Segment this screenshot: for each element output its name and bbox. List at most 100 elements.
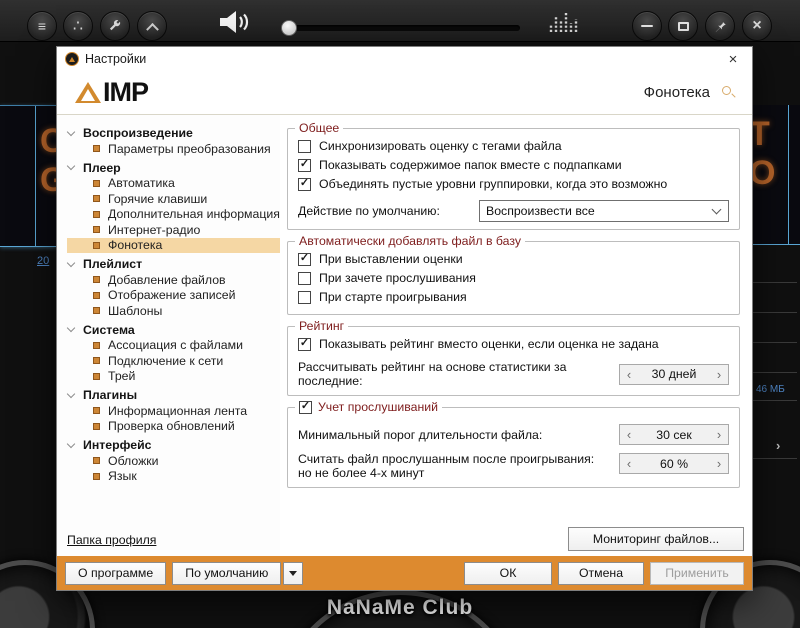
checkbox-merge-empty-groups[interactable]: ✓ Объединять пустые уровни группировки, … [298, 175, 729, 193]
checkbox-sync-rating-tags[interactable]: Синхронизировать оценку с тегами файла [298, 137, 729, 155]
checkbox-box [298, 271, 311, 285]
group-auto-add-title: Автоматически добавлять файл в базу [295, 234, 526, 248]
sidebar-group-system[interactable]: Система [66, 322, 280, 338]
sidebar-item-file-associations[interactable]: Ассоциация с файлами [67, 338, 280, 354]
sidebar-item-network[interactable]: Подключение к сети [67, 353, 280, 369]
sidebar-item-info-feed[interactable]: Информационная лента [67, 403, 280, 419]
sidebar-group-interface[interactable]: Интерфейс [66, 437, 280, 453]
sidebar-item-language[interactable]: Язык [67, 469, 280, 485]
min-duration-spinner[interactable]: ‹ 30 сек › [619, 424, 729, 445]
sidebar-item-update-check[interactable]: Проверка обновлений [67, 419, 280, 435]
close-button[interactable]: × [742, 11, 772, 41]
cancel-button[interactable]: Отмена [558, 561, 644, 585]
sidebar-group-plugins[interactable]: Плагины [66, 387, 280, 403]
playlist-link-left[interactable]: 20 [37, 255, 49, 267]
sidebar-item-skins[interactable]: Обложки [67, 453, 280, 469]
defaults-dropdown-button[interactable] [283, 561, 304, 585]
group-listening: ✓ Учет прослушиваний Минимальный порог д… [287, 400, 740, 488]
sidebar-group-playback[interactable]: Воспроизведение [66, 125, 280, 141]
pin-icon [715, 20, 726, 33]
ok-button[interactable]: ОК [464, 561, 552, 585]
bullet-icon [93, 457, 100, 465]
file-monitoring-button[interactable]: Мониторинг файлов... [568, 527, 744, 551]
album-art-right-fragment: T O [753, 105, 800, 245]
dialog-header: IMP Фонотека [57, 71, 752, 115]
aimp-app-icon [65, 52, 79, 66]
default-action-label: Действие по умолчанию: [298, 204, 440, 218]
chevron-down-icon [66, 389, 76, 398]
default-action-dropdown[interactable]: Воспроизвести все [479, 200, 729, 222]
bullet-icon [93, 195, 100, 203]
bullet-icon [93, 145, 100, 153]
sidebar-item-internet-radio[interactable]: Интернет-радио [67, 222, 280, 238]
sidebar-item-automation[interactable]: Автоматика [67, 176, 280, 192]
bullet-icon [93, 407, 100, 415]
album-art-left-fragment: C G [0, 105, 56, 247]
sidebar-item-hotkeys[interactable]: Горячие клавиши [67, 191, 280, 207]
search-icon[interactable] [720, 85, 736, 101]
group-listening-title-checkbox[interactable]: ✓ Учет прослушиваний [295, 400, 443, 414]
bullet-icon [93, 307, 100, 315]
sidebar-group-playlist[interactable]: Плейлист [66, 256, 280, 272]
checkbox-on-rating-set[interactable]: ✓ При выставлении оценки [298, 250, 729, 268]
playlist-divider [753, 342, 797, 343]
wrench-icon [109, 19, 121, 31]
main-menu-button[interactable]: ≡ [27, 11, 57, 41]
collapse-button[interactable] [137, 11, 167, 41]
rating-stats-label: Рассчитывать рейтинг на основе статистик… [298, 360, 567, 388]
bullet-icon [93, 241, 100, 249]
group-general-title: Общее [295, 121, 344, 135]
volume-slider[interactable] [281, 20, 520, 36]
listened-threshold-label: Считать файл прослушанным после проигрыв… [298, 452, 595, 480]
rating-days-spinner[interactable]: ‹ 30 дней › [619, 363, 729, 385]
sidebar-item-music-library[interactable]: Фонотека [67, 237, 280, 253]
chevron-up-icon [145, 22, 159, 36]
apply-button[interactable]: Применить [650, 561, 744, 585]
settings-nav-tree: Воспроизведение Параметры преобразования… [57, 115, 280, 556]
album-art-text: T O [753, 115, 800, 193]
maximize-button[interactable] [668, 11, 698, 41]
minimize-button[interactable] [632, 11, 662, 41]
chevron-left-icon[interactable]: ‹ [620, 456, 638, 471]
checkbox-show-rating-instead[interactable]: ✓ Показывать рейтинг вместо оценки, если… [298, 335, 729, 353]
sidebar-group-player[interactable]: Плеер [66, 160, 280, 176]
aimp-logo-triangle-icon [75, 82, 101, 103]
chevron-right-icon[interactable]: › [710, 367, 728, 382]
sidebar-item-adding-files[interactable]: Добавление файлов [67, 272, 280, 288]
pin-button[interactable] [705, 11, 735, 41]
defaults-button[interactable]: По умолчанию [172, 561, 282, 585]
checkbox-on-playback-counted[interactable]: При зачете прослушивания [298, 269, 729, 287]
profile-folder-link[interactable]: Папка профиля [67, 533, 156, 547]
playlist-divider [753, 282, 797, 283]
settings-dialog: Настройки × IMP Фонотека Воспроизведение [56, 46, 753, 591]
chevron-left-icon[interactable]: ‹ [620, 367, 638, 382]
checkbox-box [298, 290, 311, 304]
sidebar-item-conversion-params[interactable]: Параметры преобразования [67, 141, 280, 157]
sidebar-item-templates[interactable]: Шаблоны [67, 303, 280, 319]
dialog-titlebar[interactable]: Настройки × [57, 47, 752, 71]
volume-knob[interactable] [281, 20, 297, 36]
player-toolbar: ≡ ∴ × [0, 0, 800, 42]
about-button[interactable]: О программе [65, 561, 167, 585]
sidebar-item-additional-info[interactable]: Дополнительная информация [67, 207, 280, 223]
listened-percent-spinner[interactable]: ‹ 60 % › [619, 453, 729, 474]
volume-speaker-icon[interactable] [218, 10, 252, 39]
next-arrow-icon[interactable]: › [776, 438, 780, 453]
checkbox-show-subfolders[interactable]: ✓ Показывать содержимое папок вместе с п… [298, 156, 729, 174]
minimize-icon [641, 25, 653, 27]
chevron-left-icon[interactable]: ‹ [620, 427, 638, 442]
visualization-icon[interactable] [548, 12, 582, 37]
bullet-icon [93, 357, 100, 365]
chevron-right-icon[interactable]: › [710, 427, 728, 442]
chevron-right-icon[interactable]: › [710, 456, 728, 471]
checkbox-on-playback-start[interactable]: При старте проигрывания [298, 288, 729, 306]
sidebar-item-tray[interactable]: Трей [67, 369, 280, 385]
options-dots-button[interactable]: ∴ [63, 11, 93, 41]
dialog-title: Настройки [85, 52, 147, 66]
bullet-icon [93, 179, 100, 187]
settings-wrench-button[interactable] [100, 11, 130, 41]
dialog-close-icon[interactable]: × [722, 51, 744, 68]
playlist-divider [753, 312, 797, 313]
sidebar-item-display-entries[interactable]: Отображение записей [67, 288, 280, 304]
screen: ≡ ∴ × 20 46 МБ › NaNaMe Club Настройки ×… [0, 0, 800, 628]
